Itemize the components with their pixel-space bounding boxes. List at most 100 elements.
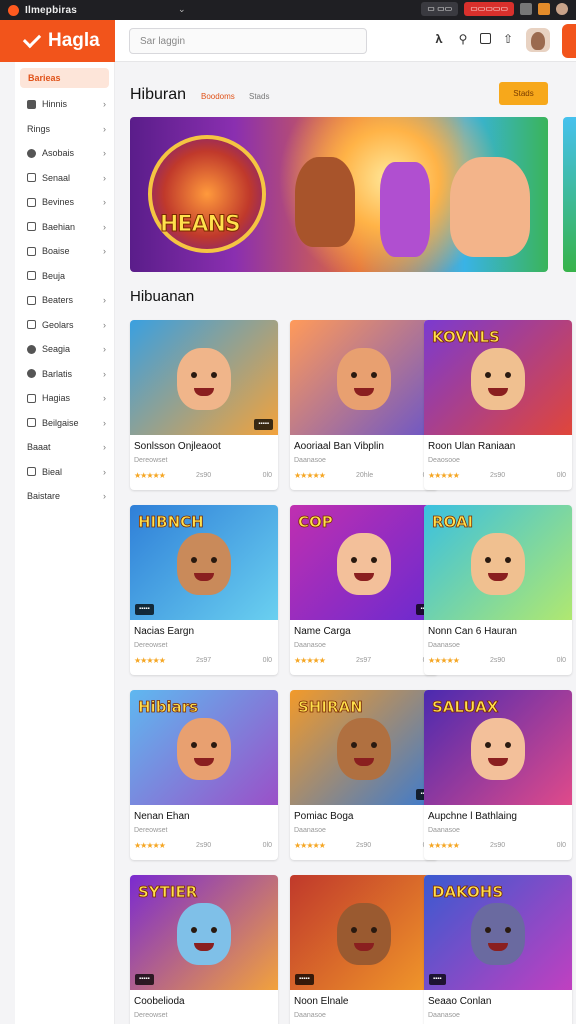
game-logo-text: SALUAX: [432, 698, 499, 717]
bookmark-icon[interactable]: [480, 33, 491, 44]
game-category: Daanasoe: [428, 642, 460, 649]
sidebar-item-4[interactable]: Senaal ›: [15, 166, 114, 191]
game-character: [337, 348, 391, 410]
hero-character-bear: [295, 157, 355, 247]
hero-banner[interactable]: HEANS: [130, 117, 548, 272]
share-icon[interactable]: ⇧: [501, 32, 515, 46]
sidebar-item-11[interactable]: Seagia ›: [15, 337, 114, 362]
game-card[interactable]: SYTIER▪▪▪▪▪CoobeliodaDereowset★★★★★2s900…: [130, 875, 278, 1024]
game-card[interactable]: ▪▪▪▪▪Noon ElnaleDaanasoe★★★★★2s900l0: [290, 875, 438, 1024]
sidebar-item-14[interactable]: Beilgaise ›: [15, 411, 114, 436]
rating-stars-icon: ★★★★★: [134, 656, 166, 665]
chevron-right-icon: ›: [103, 246, 106, 256]
game-badge: ▪▪▪▪▪: [254, 419, 273, 430]
sidebar-item-icon: [27, 344, 36, 354]
sidebar-item-6[interactable]: Baehian ›: [15, 215, 114, 240]
game-thumbnail[interactable]: SHIRAN▪▪▪▪: [290, 690, 438, 805]
game-character: [337, 903, 391, 965]
browser-pill-b[interactable]: ▭▭▭▭▭: [464, 2, 514, 16]
game-thumbnail[interactable]: KOVNLS: [424, 320, 572, 435]
top-header: Hagla Sar laggin 𝛌 ⚲ ⇧: [0, 20, 576, 62]
user-avatar[interactable]: [526, 28, 550, 52]
game-card[interactable]: SALUAX Aupchne l Bathlaing Daanasoe ★★★★★ 2s…: [424, 690, 572, 860]
sidebar-item-1[interactable]: Hinnis ›: [15, 92, 114, 117]
game-thumbnail[interactable]: [290, 320, 438, 435]
sidebar-item-0[interactable]: Barieas: [20, 68, 109, 88]
sidebar-item-label: Senaal: [42, 172, 71, 183]
game-card[interactable]: ▪▪▪▪▪ Sonlsson Onjleaoot Dereowset ★★★★★ 2s9…: [130, 320, 278, 490]
game-card[interactable]: Hibiars Nenan Ehan Dereowset ★★★★★ 2s90 0l0: [130, 690, 278, 860]
game-thumbnail[interactable]: COP▪▪▪▪: [290, 505, 438, 620]
subtitle-link[interactable]: Boodoms: [201, 92, 235, 101]
search-icon[interactable]: ⚲: [456, 32, 470, 46]
sidebar-item-17[interactable]: Baistare ›: [15, 484, 114, 509]
game-thumbnail[interactable]: Hibiars: [130, 690, 278, 805]
game-card[interactable]: COP▪▪▪▪Name CargaDaanasoe★★★★★2s970l0: [290, 505, 438, 675]
extension-icon[interactable]: [520, 3, 532, 15]
rating-stars-icon: ★★★★★: [134, 841, 166, 850]
sidebar-item-7[interactable]: Boaise ›: [15, 239, 114, 264]
game-thumbnail[interactable]: HIBNCH ▪▪▪▪▪: [130, 505, 278, 620]
game-size: 0l0: [262, 472, 272, 479]
browser-pill-a[interactable]: ▭ ▭▭: [421, 2, 459, 16]
game-thumbnail[interactable]: ▪▪▪▪▪: [130, 320, 278, 435]
chevron-right-icon: ›: [103, 148, 106, 158]
sidebar-item-label: Geolars: [42, 319, 74, 330]
sidebar-item-12[interactable]: Barlatis ›: [15, 362, 114, 387]
sidebar-item-10[interactable]: Geolars ›: [15, 313, 114, 338]
sidebar-item-icon: [27, 148, 36, 158]
browser-profile-avatar[interactable]: [556, 3, 568, 15]
game-thumbnail[interactable]: SYTIER ▪▪▪▪▪: [130, 875, 278, 990]
sidebar-item-label: Bevines: [42, 197, 75, 208]
extension-orange-icon[interactable]: [538, 3, 550, 15]
main-content: Hiburan Boodoms Stads Stads HEANS Hibuan…: [116, 62, 576, 1024]
header-icons: 𝛌 ⚲ ⇧: [432, 32, 515, 46]
game-category: Daanasoe: [294, 1012, 326, 1019]
hero-character-girl: [450, 157, 530, 257]
primary-cta-button[interactable]: Stads: [499, 82, 548, 105]
page-title: Hiburan: [130, 86, 187, 103]
user-icon[interactable]: 𝛌: [432, 32, 446, 46]
game-thumbnail[interactable]: ▪▪▪▪▪: [290, 875, 438, 990]
next-banner-peek[interactable]: [563, 117, 576, 272]
sidebar-item-2[interactable]: Rings ›: [15, 117, 114, 142]
sidebar-item-13[interactable]: Hagias ›: [15, 386, 114, 411]
search-input[interactable]: Sar laggin: [129, 28, 367, 54]
game-card[interactable]: Aooriaal Ban VibplinDaanasoe★★★★★20hle0l…: [290, 320, 438, 490]
game-card[interactable]: ROAI Nonn Can 6 Hauran Daanasoe ★★★★★ 2s90 0l…: [424, 505, 572, 675]
game-thumbnail[interactable]: SALUAX: [424, 690, 572, 805]
game-size: 0l0: [556, 842, 566, 849]
game-plays: 2s90: [490, 472, 506, 479]
sidebar-item-label: Baistare: [27, 491, 61, 502]
rating-stars-icon: ★★★★★: [134, 471, 166, 480]
sidebar-item-9[interactable]: Beaters ›: [15, 288, 114, 313]
rating-stars-icon: ★★★★★: [428, 471, 460, 480]
sidebar-item-15[interactable]: Baaat ›: [15, 435, 114, 460]
game-card[interactable]: HIBNCH ▪▪▪▪▪ Nacias Eargn Dereowset ★★★★★ 2s9…: [130, 505, 278, 675]
game-thumbnail[interactable]: DAKOHS ▪▪▪▪: [424, 875, 572, 990]
game-size: 0l0: [556, 472, 566, 479]
game-badge: ▪▪▪▪▪: [135, 604, 154, 615]
game-thumbnail[interactable]: ROAI: [424, 505, 572, 620]
sidebar-item-5[interactable]: Bevines ›: [15, 190, 114, 215]
game-title: Nenan Ehan: [134, 811, 190, 822]
sidebar-item-label: Baehian: [42, 221, 76, 232]
header-accent-tab[interactable]: [562, 24, 576, 58]
browser-tab-title[interactable]: Ilmepbiras: [25, 5, 77, 16]
sidebar-item-8[interactable]: Beuja: [15, 264, 114, 289]
sidebar-item-icon: [27, 467, 36, 477]
game-card[interactable]: DAKOHS▪▪▪▪Seaao ConlanDaanasoe★★★★★2s900…: [424, 875, 572, 1024]
sidebar-item-16[interactable]: Bieal ›: [15, 460, 114, 485]
sidebar-item-3[interactable]: Asobais ›: [15, 141, 114, 166]
game-card[interactable]: KOVNLS Roon Ulan Raniaan Deaosooe ★★★★★ 2s90…: [424, 320, 572, 490]
sidebar-item-label: Hagias: [42, 393, 71, 404]
sidebar-item-label: Boaise: [42, 246, 70, 257]
tab-dropdown-icon[interactable]: ⌄: [178, 4, 186, 15]
browser-tab-bar: Ilmepbiras ⌄ ▭ ▭▭ ▭▭▭▭▭: [0, 0, 576, 20]
game-character: [471, 348, 525, 410]
site-favicon-icon: [8, 4, 19, 16]
game-card[interactable]: SHIRAN▪▪▪▪Pomiac BogaDaanasoe★★★★★2s900l…: [290, 690, 438, 860]
sidebar-item-label: Barlatis: [42, 368, 73, 379]
chevron-right-icon: ›: [103, 344, 106, 354]
site-logo[interactable]: Hagla: [0, 20, 115, 62]
